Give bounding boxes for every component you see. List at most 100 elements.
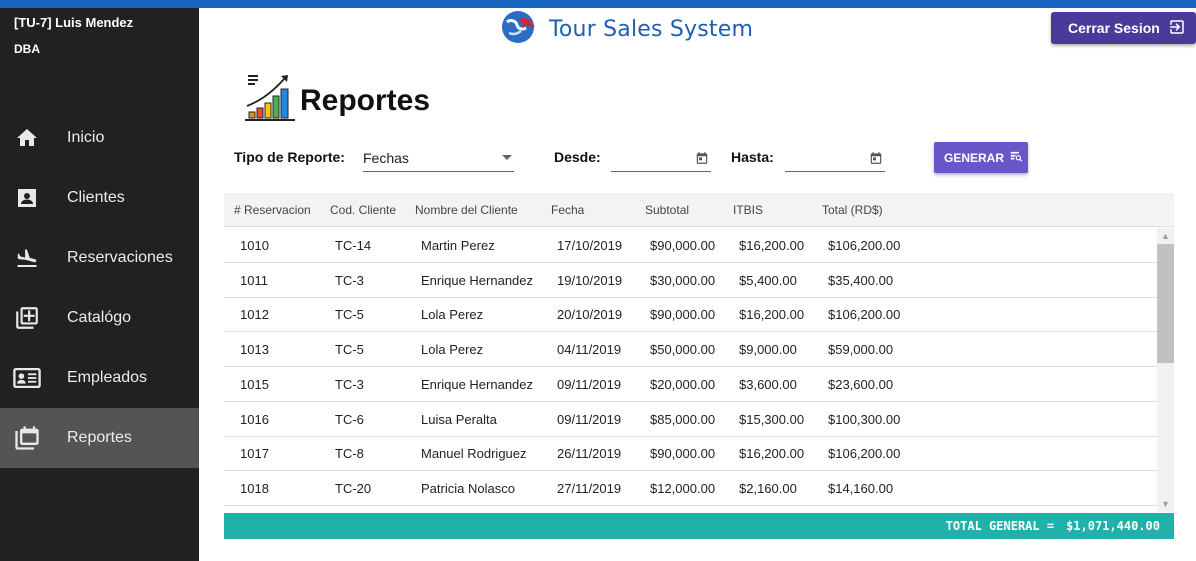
table-row[interactable]: 1018 TC-20 Patricia Nolasco 27/11/2019 $12,0… (224, 471, 1157, 506)
column-header[interactable]: Nombre del Cliente (415, 203, 518, 217)
table-cell: $106,200.00 (828, 307, 901, 323)
column-header[interactable]: Subtotal (645, 203, 689, 217)
sidebar-item-empleados[interactable]: Empleados (0, 348, 199, 408)
calendar-icon[interactable] (869, 151, 883, 170)
table-cell: $106,200.00 (828, 446, 901, 462)
report-type-value: Fechas (363, 150, 409, 166)
scroll-down-arrow-icon[interactable]: ▼ (1157, 497, 1174, 511)
total-bar: TOTAL GENERAL = $1,071,440.00 (224, 513, 1174, 539)
table-cell: 09/11/2019 (557, 376, 622, 392)
table-row[interactable]: 1017 TC-8 Manuel Rodriguez 26/11/2019 $90,00… (224, 436, 1157, 472)
sidebar-item-label: Inicio (67, 129, 105, 146)
flight-land-icon (13, 244, 41, 272)
table-cell: 20/10/2019 (557, 307, 623, 323)
table-cell: 09/11/2019 (557, 411, 622, 427)
table-row[interactable]: 1016 TC-6 Luisa Peralta 09/11/2019 $85,000.0… (224, 402, 1157, 437)
table-row[interactable]: 1013 TC-5 Lola Perez 04/11/2019 $50,000.00 $9… (224, 332, 1157, 368)
user-name: [TU-7] Luis Mendez (14, 15, 134, 30)
sidebar-item-catalogo[interactable]: Catalógo (0, 288, 199, 348)
generate-label: GENERAR (944, 150, 1005, 165)
table-cell: Martin Perez (421, 238, 495, 253)
sidebar-item-reservaciones[interactable]: Reservaciones (0, 228, 199, 288)
table-cell: 26/11/2019 (557, 446, 622, 462)
sidebar-item-reportes[interactable]: Reportes (0, 408, 199, 468)
table-cell: $30,000.00 (650, 272, 716, 288)
table-cell: $20,000.00 (650, 376, 716, 392)
contact-card-icon (13, 184, 41, 212)
table-cell: $50,000.00 (650, 342, 716, 358)
brand: Tour Sales System (499, 10, 753, 48)
column-header[interactable]: Cod. Cliente (330, 203, 396, 217)
calendar-icon[interactable] (695, 151, 709, 170)
sidebar-item-label: Reservaciones (67, 249, 173, 266)
table-cell: $85,000.00 (650, 411, 716, 427)
table-cell: $16,200.00 (739, 238, 805, 253)
table-row[interactable]: 1015 TC-3 Enrique Hernandez 09/11/2019 $20,0… (224, 367, 1157, 402)
globe-plane-logo-icon (499, 8, 539, 51)
table-cell: 1013 (240, 342, 269, 358)
exit-icon (1160, 18, 1186, 39)
table-cell: 1010 (240, 238, 269, 253)
sidebar-item-clientes[interactable]: Clientes (0, 168, 199, 228)
column-header[interactable]: Total (RD$) (822, 203, 883, 217)
to-date-input[interactable] (785, 146, 885, 172)
table-cell: $100,300.00 (828, 411, 901, 427)
user-role: DBA (14, 42, 40, 56)
table-cell: 17/10/2019 (557, 238, 623, 253)
generate-button[interactable]: GENERAR (934, 142, 1028, 173)
chevron-down-icon (502, 155, 512, 160)
logout-label: Cerrar Sesion (1068, 20, 1160, 36)
table-cell: 04/11/2019 (557, 342, 622, 358)
table-cell: Manuel Rodriguez (421, 446, 527, 462)
table-cell: TC-3 (335, 376, 364, 392)
table-cell: Patricia Nolasco (421, 480, 515, 496)
home-icon (13, 124, 41, 152)
column-header[interactable]: Fecha (551, 203, 584, 217)
scroll-thumb[interactable] (1157, 244, 1174, 363)
table-row[interactable]: 1010 TC-14 Martin Perez 17/10/2019 $90,000.0… (224, 228, 1157, 263)
sidebar-item-label: Reportes (67, 429, 132, 446)
top-accent-bar (0, 0, 1196, 8)
table-cell: $90,000.00 (650, 446, 716, 462)
table-cell: $3,600.00 (739, 376, 797, 392)
table-cell: 1017 (240, 446, 269, 462)
page-title: Reportes (300, 84, 431, 117)
table-cell: Enrique Hernandez (421, 376, 534, 392)
table-row[interactable]: 1011 TC-3 Enrique Hernandez 19/10/2019 $30,0… (224, 263, 1157, 298)
sidebar: [TU-7] Luis Mendez DBA Inicio Clientes R… (0, 8, 199, 561)
column-header[interactable]: # Reservacion (234, 203, 311, 217)
table-cell: $90,000.00 (650, 238, 716, 253)
table-cell: $16,200.00 (739, 307, 805, 323)
reservations-table: # Reservacion Cod. Cliente Nombre del Cl… (224, 193, 1174, 512)
table-cell: 1016 (240, 411, 269, 427)
table-row[interactable]: 1012 TC-5 Lola Perez 20/10/2019 $90,000.00 $1… (224, 297, 1157, 333)
table-cell: $106,200.00 (828, 238, 901, 253)
table-cell: Enrique Hernandez (421, 272, 534, 288)
sidebar-item-label: Empleados (67, 369, 148, 386)
badge-icon (13, 364, 41, 392)
table-cell: Lola Perez (421, 342, 484, 358)
report-type-select[interactable]: Fechas (363, 146, 514, 172)
from-date-input[interactable] (611, 146, 711, 172)
column-header[interactable]: ITBIS (733, 203, 763, 217)
calendar-report-icon (13, 424, 41, 452)
table-scrollbar[interactable]: ▲ ▼ (1157, 228, 1174, 512)
table-cell: Luisa Peralta (421, 411, 497, 427)
table-cell: TC-5 (335, 307, 364, 323)
report-search-icon (1004, 149, 1023, 166)
table-cell: $5,400.00 (739, 272, 797, 288)
report-chart-icon (243, 72, 297, 124)
table-cell: $16,200.00 (739, 446, 805, 462)
table-header: # Reservacion Cod. Cliente Nombre del Cl… (224, 193, 1174, 227)
sidebar-item-inicio[interactable]: Inicio (0, 108, 199, 168)
table-cell: TC-6 (335, 411, 364, 427)
table-cell: 19/10/2019 (557, 272, 623, 288)
from-date-label: Desde: (554, 149, 601, 165)
table-cell: $15,300.00 (739, 411, 805, 427)
table-cell: 27/11/2019 (557, 480, 622, 496)
sidebar-item-label: Catalógo (67, 309, 132, 326)
app-title: Tour Sales System (549, 16, 754, 42)
scroll-up-arrow-icon[interactable]: ▲ (1157, 229, 1174, 243)
table-cell: $14,160.00 (828, 480, 894, 496)
logout-button[interactable]: Cerrar Sesion (1051, 12, 1196, 44)
